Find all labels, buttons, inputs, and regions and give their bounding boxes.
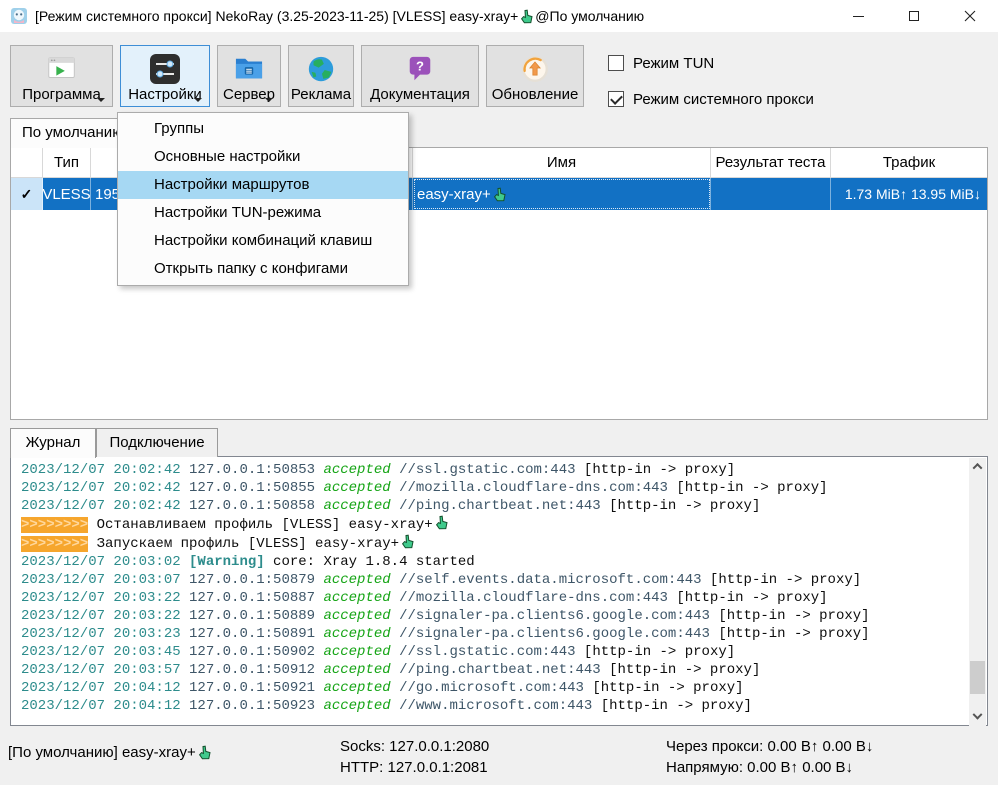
app-icon — [10, 7, 28, 25]
window-title: [Режим системного прокси] NekoRay (3.25-… — [35, 8, 644, 24]
tab-journal[interactable]: Журнал — [10, 428, 96, 458]
hand-cursor-icon — [435, 515, 448, 530]
scrollbar-up-button[interactable] — [969, 458, 986, 475]
checkbox-icon — [608, 91, 624, 107]
chevron-down-icon — [194, 98, 202, 102]
log-line: 2023/12/07 20:04:12 127.0.0.1:50923 acce… — [21, 697, 967, 715]
chevron-up-icon — [973, 463, 983, 473]
menu-item-routes-settings[interactable]: Настройки маршрутов — [118, 171, 408, 199]
ads-button-label: Реклама — [291, 86, 351, 103]
header-traffic-column[interactable]: Трафик — [831, 148, 987, 177]
hand-cursor-icon — [198, 745, 211, 760]
close-button[interactable] — [942, 0, 998, 32]
window-controls — [830, 0, 998, 32]
log-line: 2023/12/07 20:03:22 127.0.0.1:50887 acce… — [21, 589, 967, 607]
settings-button[interactable]: Настройки — [120, 45, 210, 107]
log-scrollbar[interactable] — [969, 458, 986, 726]
svg-text:?: ? — [416, 58, 424, 73]
chevron-down-icon — [973, 710, 983, 720]
log-line: 2023/12/07 20:04:12 127.0.0.1:50921 acce… — [21, 679, 967, 697]
log-line: >>>>>>>> Останавливаем профиль [VLESS] e… — [21, 515, 967, 534]
chevron-down-icon — [265, 98, 273, 102]
status-profile-text: [По умолчанию] easy-xray+ — [8, 744, 196, 761]
status-listen-addresses: Socks: 127.0.0.1:2080 HTTP: 127.0.0.1:20… — [340, 736, 489, 778]
row-test-result-cell[interactable] — [711, 178, 831, 210]
server-button[interactable]: Сервер — [217, 45, 281, 107]
log-tabs: Журнал Подключение — [10, 428, 218, 457]
server-folder-icon — [233, 51, 265, 86]
log-line: 2023/12/07 20:03:22 127.0.0.1:50889 acce… — [21, 607, 967, 625]
status-proxy-traffic: Через прокси: 0.00 B↑ 0.00 B↓ — [666, 736, 873, 757]
row-traffic-cell[interactable]: 1.73 MiB↑ 13.95 MiB↓ — [831, 178, 987, 210]
log-line: 2023/12/07 20:03:23 127.0.0.1:50891 acce… — [21, 625, 967, 643]
menu-item-groups[interactable]: Группы — [118, 115, 408, 143]
status-socks: Socks: 127.0.0.1:2080 — [340, 736, 489, 757]
log-line: 2023/12/07 20:03:57 127.0.0.1:50912 acce… — [21, 661, 967, 679]
update-button[interactable]: Обновление — [486, 45, 584, 107]
status-current-profile: [По умолчанию] easy-xray+ — [8, 744, 213, 761]
row-selected-checkmark[interactable]: ✓ — [11, 178, 43, 210]
window-title-pre: [Режим системного прокси] NekoRay (3.25-… — [35, 8, 518, 24]
hand-cursor-icon — [401, 534, 414, 549]
window-title-post: @По умолчанию — [535, 8, 644, 24]
ads-button[interactable]: Реклама — [288, 45, 354, 107]
maximize-button[interactable] — [886, 0, 942, 32]
hand-cursor-icon — [520, 9, 533, 24]
tun-mode-checkbox[interactable]: Режим TUN — [608, 53, 714, 73]
tun-mode-label: Режим TUN — [633, 55, 714, 72]
log-line: 2023/12/07 20:02:42 127.0.0.1:50855 acce… — [21, 479, 967, 497]
status-http: HTTP: 127.0.0.1:2081 — [340, 757, 489, 778]
row-name-cell[interactable]: easy-xray+ — [413, 178, 711, 210]
settings-dropdown-menu: Группы Основные настройки Настройки марш… — [117, 112, 409, 286]
question-bubble-icon: ? — [406, 51, 434, 86]
log-panel: 2023/12/07 20:02:42 127.0.0.1:50853 acce… — [10, 456, 988, 726]
settings-sliders-icon — [149, 51, 181, 86]
minimize-icon — [853, 16, 864, 17]
program-button[interactable]: Программа — [10, 45, 113, 107]
docs-button-label: Документация — [370, 86, 470, 103]
log-line: 2023/12/07 20:02:42 127.0.0.1:50853 acce… — [21, 461, 967, 479]
row-type-cell[interactable]: VLESS — [43, 178, 91, 210]
row-name-text: easy-xray+ — [417, 186, 491, 203]
program-window-icon — [45, 51, 79, 86]
hand-cursor-icon — [493, 187, 506, 202]
chevron-down-icon — [97, 98, 105, 102]
program-button-label: Программа — [22, 86, 101, 103]
log-content: 2023/12/07 20:02:42 127.0.0.1:50853 acce… — [13, 459, 967, 723]
header-type-column[interactable]: Тип — [43, 148, 91, 177]
log-line: 2023/12/07 20:03:02 [Warning] core: Xray… — [21, 553, 967, 571]
header-test-result-column[interactable]: Результат теста — [711, 148, 831, 177]
globe-icon — [306, 51, 336, 86]
log-line: 2023/12/07 20:02:42 127.0.0.1:50858 acce… — [21, 497, 967, 515]
maximize-icon — [909, 11, 919, 21]
system-proxy-checkbox[interactable]: Режим системного прокси — [608, 89, 814, 109]
docs-button[interactable]: ? Документация — [361, 45, 479, 107]
close-icon — [964, 10, 976, 22]
menu-item-basic-settings[interactable]: Основные настройки — [118, 143, 408, 171]
header-select-column[interactable] — [11, 148, 43, 177]
toolbar: Программа Настройки Сер — [10, 45, 584, 107]
scrollbar-thumb[interactable] — [970, 661, 985, 694]
menu-item-tun-settings[interactable]: Настройки TUN-режима — [118, 199, 408, 227]
settings-button-label: Настройки — [128, 86, 202, 103]
tab-connections[interactable]: Подключение — [96, 428, 218, 457]
status-traffic: Через прокси: 0.00 B↑ 0.00 B↓ Напрямую: … — [666, 736, 873, 778]
update-button-label: Обновление — [492, 86, 579, 103]
status-direct-traffic: Напрямую: 0.00 B↑ 0.00 B↓ — [666, 757, 873, 778]
log-line: 2023/12/07 20:03:45 127.0.0.1:50902 acce… — [21, 643, 967, 661]
update-arrow-icon — [519, 51, 551, 86]
system-proxy-label: Режим системного прокси — [633, 91, 814, 108]
log-line: >>>>>>>> Запускаем профиль [VLESS] easy-… — [21, 534, 967, 553]
checkbox-icon — [608, 55, 624, 71]
scrollbar-down-button[interactable] — [969, 709, 986, 726]
minimize-button[interactable] — [830, 0, 886, 32]
titlebar: [Режим системного прокси] NekoRay (3.25-… — [0, 0, 998, 32]
header-name-column[interactable]: Имя — [413, 148, 711, 177]
log-line: 2023/12/07 20:03:07 127.0.0.1:50879 acce… — [21, 571, 967, 589]
menu-item-open-config-folder[interactable]: Открыть папку с конфигами — [118, 255, 408, 283]
menu-item-hotkey-settings[interactable]: Настройки комбинаций клавиш — [118, 227, 408, 255]
